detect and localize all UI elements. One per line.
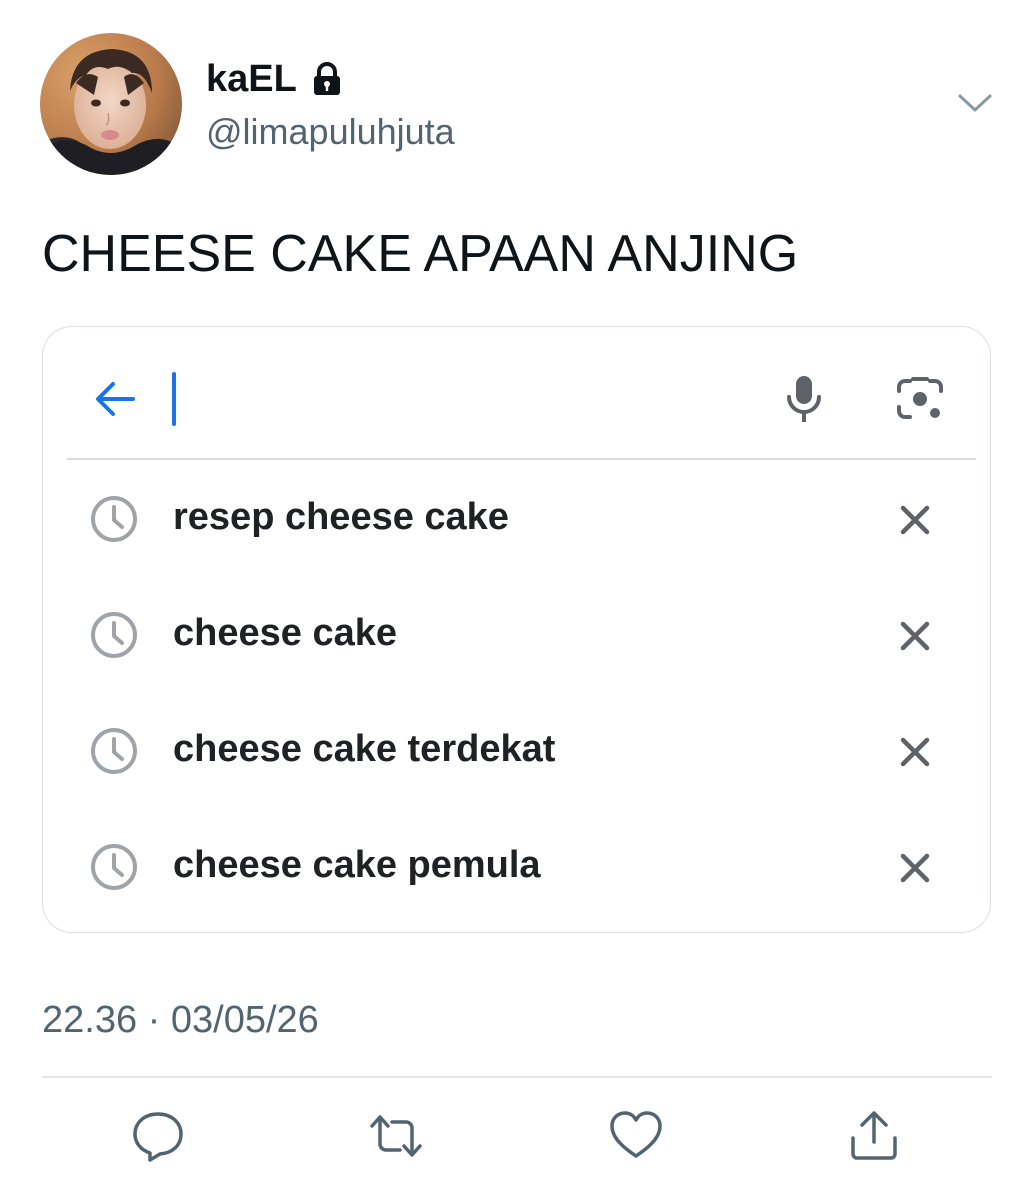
remove-suggestion-icon[interactable]: [899, 736, 931, 768]
suggestion-text: cheese cake pemula: [173, 844, 541, 886]
avatar[interactable]: [40, 33, 182, 175]
tweet-timestamp[interactable]: 22.36 · 03/05/26: [42, 996, 319, 1044]
display-name[interactable]: kaEL: [206, 56, 297, 102]
history-clock-icon: [91, 728, 137, 774]
search-bar: [43, 327, 990, 459]
remove-suggestion-icon[interactable]: [899, 504, 931, 536]
remove-suggestion-icon[interactable]: [899, 620, 931, 652]
mic-icon: [787, 376, 821, 422]
history-clock-icon: [91, 496, 137, 542]
suggestion-item[interactable]: cheese cake terdekat: [43, 692, 990, 808]
chevron-down-icon[interactable]: [956, 88, 994, 118]
suggestion-item[interactable]: resep cheese cake: [43, 460, 990, 576]
tweet-text: CHEESE CAKE APAAN ANJING: [42, 225, 799, 283]
display-name-row[interactable]: kaEL: [206, 56, 343, 102]
back-arrow-icon: [96, 382, 135, 416]
like-icon[interactable]: [608, 1108, 664, 1164]
search-input-caret: [172, 372, 176, 426]
user-handle[interactable]: @limapuluhjuta: [206, 110, 455, 154]
share-icon[interactable]: [846, 1108, 902, 1164]
suggestion-text: cheese cake terdekat: [173, 728, 556, 770]
reply-icon[interactable]: [130, 1108, 186, 1164]
suggestion-item[interactable]: cheese cake: [43, 576, 990, 692]
remove-suggestion-icon[interactable]: [899, 852, 931, 884]
retweet-icon[interactable]: [368, 1108, 424, 1164]
suggestion-text: cheese cake: [173, 612, 397, 654]
suggestion-text: resep cheese cake: [173, 496, 509, 538]
history-clock-icon: [91, 844, 137, 890]
suggestion-item[interactable]: cheese cake pemula: [43, 808, 990, 924]
tweet-media-image[interactable]: resep cheese cake cheese cake cheese cak…: [42, 326, 991, 933]
profile-photo: [40, 33, 182, 175]
history-clock-icon: [91, 612, 137, 658]
actions-divider: [42, 1076, 992, 1078]
lock-icon: [313, 62, 340, 95]
camera-lens-icon: [897, 377, 943, 419]
